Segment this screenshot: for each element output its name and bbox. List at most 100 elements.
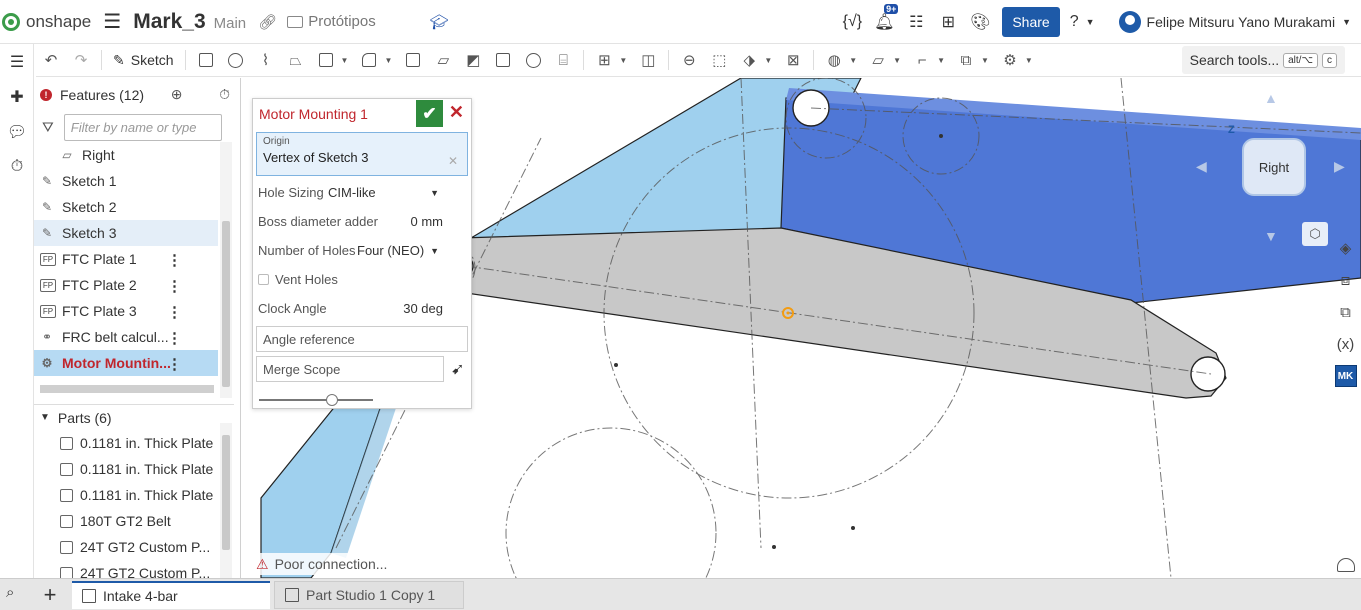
part-item[interactable]: 0.1181 in. Thick Plate <box>34 430 218 456</box>
view-cube[interactable]: Z Right <box>1228 124 1324 206</box>
custom-app-icon[interactable]: MK <box>1330 360 1361 392</box>
insert-icon[interactable]: ✚ <box>0 79 34 114</box>
appearance-icon[interactable]: ◈ <box>1330 232 1361 264</box>
kebab-menu-icon[interactable]: ⋮ <box>167 329 182 347</box>
slider-knob[interactable] <box>325 394 338 406</box>
boolean-icon[interactable]: ⊖ <box>676 50 702 70</box>
sheet-metal-icon[interactable]: ⌐ <box>909 50 935 70</box>
extrude-icon[interactable] <box>193 50 219 70</box>
custom-features-icon[interactable]: ⚙︎ <box>997 50 1023 70</box>
dropdown-caret-icon[interactable]: ▼ <box>384 56 392 65</box>
variable-function-icon[interactable]: (x) <box>1330 328 1361 360</box>
feature-item-frc-belt[interactable]: ⚭ FRC belt calcul... ⋮ <box>34 324 218 350</box>
feature-item-sketch-2[interactable]: ✎ Sketch 2 <box>34 194 218 220</box>
dropdown-caret-icon[interactable]: ▼ <box>937 56 945 65</box>
dropdown-caret-icon[interactable]: ▼ <box>1025 56 1033 65</box>
parts-view-icon[interactable]: ⧈ <box>1330 264 1361 296</box>
tab-part-studio-copy[interactable]: Part Studio 1 Copy 1 <box>274 580 464 609</box>
hole-sizing-select[interactable]: CIM-like <box>328 185 440 200</box>
search-tools-button[interactable]: Search tools... alt/⌥ c <box>1181 46 1345 74</box>
filter-input[interactable] <box>63 113 222 141</box>
help-caret-icon[interactable]: ▼ <box>1086 17 1095 27</box>
dropdown-caret-icon[interactable]: ▼ <box>341 56 349 65</box>
split-icon[interactable]: ⬚ <box>706 50 732 70</box>
palette-icon[interactable]: 🎨︎ <box>964 12 996 32</box>
feature-tree-scroll-thumb[interactable] <box>222 221 230 387</box>
chevron-down-icon[interactable]: ▼ <box>430 188 439 198</box>
tab-intake-4-bar[interactable]: Intake 4-bar <box>72 580 270 609</box>
graduation-cap-icon[interactable]: 🎓︎ <box>430 13 449 31</box>
part-item[interactable]: 0.1181 in. Thick Plate <box>34 482 218 508</box>
user-menu-caret-icon[interactable]: ▼ <box>1342 17 1351 27</box>
angle-reference-field[interactable]: Angle reference <box>256 326 468 352</box>
thicken-icon[interactable] <box>313 50 339 70</box>
rotate-up-icon[interactable]: ▲ <box>1264 90 1278 106</box>
view-cube-face-right[interactable]: Right <box>1242 138 1306 196</box>
feature-item-ftc-plate-1[interactable]: FP FTC Plate 1 ⋮ <box>34 246 218 272</box>
comments-icon[interactable]: 💬︎ <box>0 114 34 149</box>
apps-grid-icon[interactable]: ⊞ <box>932 12 964 32</box>
link-icon[interactable]: 🔗︎ <box>258 13 277 31</box>
plane-icon[interactable]: ▱ <box>865 50 891 70</box>
kebab-menu-icon[interactable]: ⋮ <box>167 277 182 295</box>
parts-scroll-thumb[interactable] <box>222 435 230 550</box>
feature-list-icon[interactable]: ☰ <box>0 44 34 79</box>
help-icon[interactable]: ? <box>1070 13 1079 31</box>
hamburger-menu-icon[interactable]: ☰ <box>103 9 123 34</box>
clock-angle-input[interactable]: 30 deg <box>403 301 443 316</box>
rollback-timer-icon[interactable]: ⏱︎ <box>219 86 230 103</box>
branch-name[interactable]: Main <box>214 15 247 32</box>
feature-item-right[interactable]: ▱ Right <box>34 142 218 168</box>
sketch-button[interactable]: ✎ Sketch <box>113 52 174 69</box>
undo-icon[interactable]: ↶ <box>38 50 64 70</box>
rib-icon[interactable]: ◩ <box>460 50 486 70</box>
onshape-logo[interactable]: onshape <box>2 12 91 32</box>
arrow-pointer-icon[interactable]: ➹ <box>451 359 464 379</box>
cancel-close-icon[interactable]: ✕ <box>449 102 464 123</box>
feature-item-sketch-1[interactable]: ✎ Sketch 1 <box>34 168 218 194</box>
frame-icon[interactable]: ⧉ <box>953 50 979 70</box>
kebab-menu-icon[interactable]: ⋮ <box>167 251 182 269</box>
holes-select[interactable]: Four (NEO) <box>357 243 469 258</box>
document-name[interactable]: Mark_3 <box>133 10 205 34</box>
history-icon[interactable]: ⏱︎ <box>0 149 34 184</box>
dropdown-caret-icon[interactable]: ▼ <box>849 56 857 65</box>
loft-icon[interactable]: ⏢ <box>283 50 309 70</box>
delete-part-icon[interactable]: ⊠ <box>780 50 806 70</box>
modify-fillet-icon[interactable]: ◍ <box>821 50 847 70</box>
draft-icon[interactable]: ▱ <box>430 50 456 70</box>
add-folder-icon[interactable]: ⊕ <box>171 86 183 103</box>
chevron-down-icon[interactable]: ▼ <box>40 412 50 423</box>
vent-holes-checkbox[interactable] <box>258 274 269 285</box>
transform-icon[interactable]: ⬗ <box>736 50 762 70</box>
configurations-icon[interactable]: ⧉ <box>1330 296 1361 328</box>
dropdown-caret-icon[interactable]: ▼ <box>764 56 772 65</box>
user-name[interactable]: Felipe Mitsuru Yano Murakami <box>1147 14 1336 30</box>
merge-scope-field[interactable]: Merge Scope <box>256 356 444 382</box>
chevron-down-icon[interactable]: ▼ <box>430 246 439 256</box>
chamfer-icon[interactable] <box>400 50 426 70</box>
sweep-icon[interactable]: ⌇ <box>253 50 279 70</box>
accept-check-icon[interactable]: ✔ <box>416 100 443 127</box>
variables-icon[interactable]: {√} <box>836 13 868 31</box>
share-button[interactable]: Share <box>1002 7 1060 37</box>
boss-diameter-input[interactable]: 0 mm <box>411 214 444 229</box>
hole-icon[interactable] <box>520 50 546 70</box>
horizontal-scrollbar[interactable] <box>40 385 214 393</box>
filter-funnel-icon[interactable]: ⛛ <box>42 119 54 136</box>
search-tabs-icon[interactable]: ⌕ <box>6 584 14 601</box>
rotate-right-icon[interactable]: ▶ <box>1334 158 1345 175</box>
feature-item-ftc-plate-2[interactable]: FP FTC Plate 2 ⋮ <box>34 272 218 298</box>
view-cube-menu-icon[interactable]: ⬡ <box>1302 222 1328 246</box>
avatar[interactable] <box>1118 11 1141 33</box>
shell-icon[interactable] <box>490 50 516 70</box>
rotate-left-icon[interactable]: ◀ <box>1196 158 1207 175</box>
feature-item-sketch-3[interactable]: ✎ Sketch 3 <box>34 220 218 246</box>
dropdown-caret-icon[interactable]: ▼ <box>893 56 901 65</box>
fillet-icon[interactable] <box>356 50 382 70</box>
dropdown-caret-icon[interactable]: ▼ <box>619 56 627 65</box>
notifications-icon[interactable]: 🔔︎ 9+ <box>868 4 900 32</box>
part-item[interactable]: 180T GT2 Belt <box>34 508 218 534</box>
dropdown-caret-icon[interactable]: ▼ <box>981 56 989 65</box>
rotate-down-icon[interactable]: ▼ <box>1264 228 1278 244</box>
